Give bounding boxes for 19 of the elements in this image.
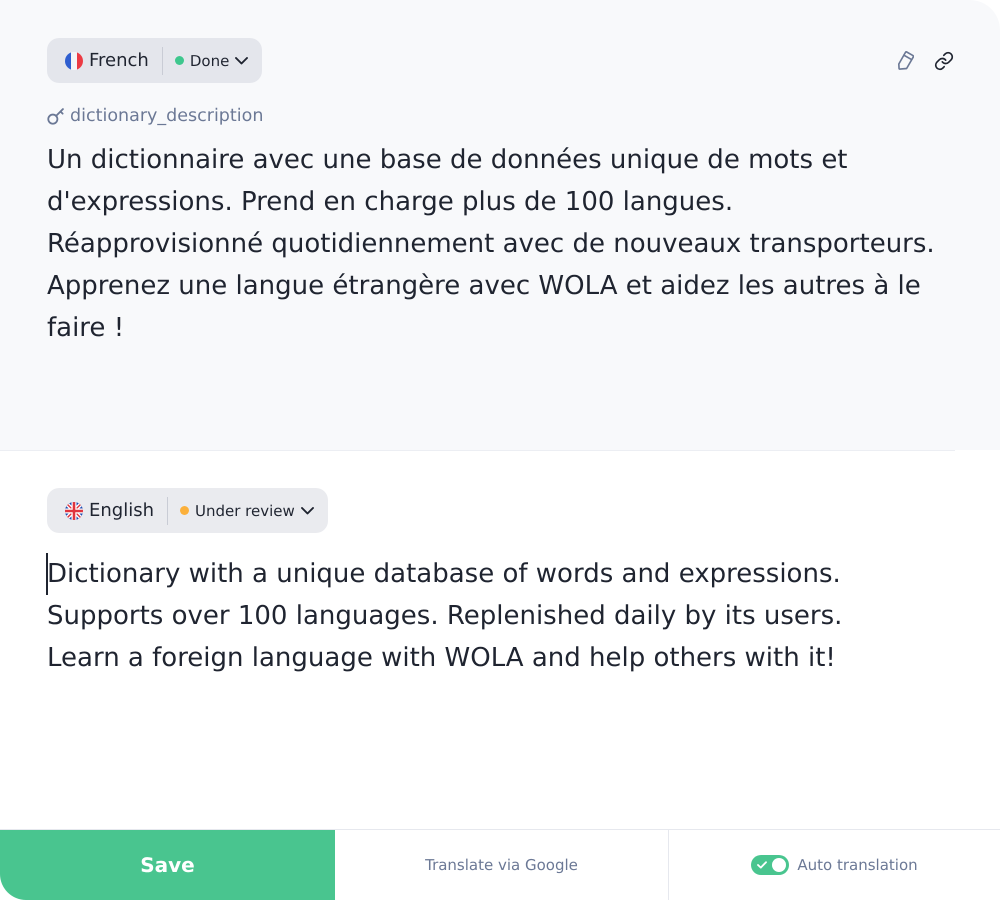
language-name: French — [89, 50, 149, 71]
source-text: Un dictionnaire avec une base de données unique de mots et d'expressions. Prend en charge plus de 100 langues. Réapprovisionné quotidiennement avec de nouveaux transporteurs. Apprenez une langue étrangère avec WOLA et aidez les autres à le faire ! — [47, 144, 936, 345]
link-button[interactable] — [933, 50, 955, 72]
language-name: English — [89, 500, 154, 521]
status-dropdown[interactable]: Under review — [180, 502, 314, 520]
key-icon — [47, 108, 64, 124]
translation-key: dictionary_description — [70, 106, 264, 126]
auto-translation-toggle[interactable] — [751, 855, 790, 875]
check-icon — [757, 861, 768, 869]
edit-button[interactable] — [895, 50, 917, 72]
auto-translation-label: Auto translation — [797, 856, 918, 874]
translation-field[interactable]: Dictionary with a unique database of words and expressions. Supports over 100 languages. Replenished daily by its users. Learn a foreign language with WOLA and help others with it! — [47, 553, 959, 713]
link-icon — [934, 50, 954, 70]
france-flag-icon — [65, 52, 83, 70]
uk-flag-icon — [65, 502, 83, 520]
chevron-down-icon — [300, 506, 314, 514]
chevron-down-icon — [235, 56, 248, 64]
status-dropdown[interactable]: Done — [174, 52, 248, 70]
pencil-icon — [898, 51, 914, 70]
